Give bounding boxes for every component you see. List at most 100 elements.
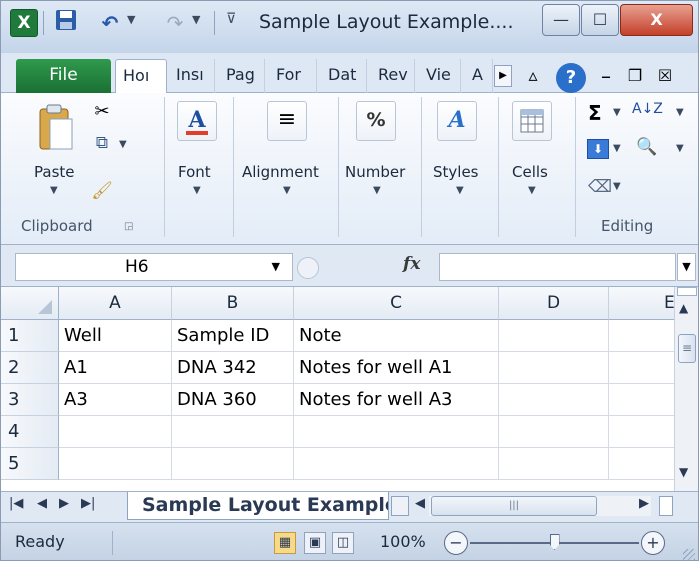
alignment-dropdown-icon[interactable]: ▼ — [283, 185, 291, 196]
cut-icon[interactable]: ✂ — [91, 101, 113, 123]
redo-dropdown-icon[interactable]: ▼ — [192, 13, 200, 26]
close-button[interactable]: X — [620, 4, 693, 36]
row-header[interactable]: 4 — [1, 416, 59, 448]
save-icon[interactable] — [53, 9, 79, 37]
cell-c2[interactable]: Notes for well A1 — [294, 352, 499, 384]
alignment-icon[interactable]: ≡ — [267, 101, 307, 141]
name-box-dropdown-icon[interactable]: ▼ — [272, 254, 280, 280]
font-icon[interactable]: A — [177, 101, 217, 141]
cell-d5[interactable] — [499, 448, 609, 480]
styles-label[interactable]: Styles — [433, 163, 479, 181]
cell-d1[interactable] — [499, 320, 609, 352]
cell-d4[interactable] — [499, 416, 609, 448]
column-header-a[interactable]: A — [59, 287, 172, 320]
ribbon-restore-window-icon[interactable]: ❐ — [623, 61, 647, 91]
cell-c1[interactable]: Note — [294, 320, 499, 352]
minimize-ribbon-icon[interactable]: ▵ — [521, 61, 545, 91]
tab-formulas[interactable]: For — [269, 59, 317, 93]
cell-c4[interactable] — [294, 416, 499, 448]
tab-page-layout[interactable]: Pag — [219, 59, 265, 93]
font-label[interactable]: Font — [178, 163, 211, 181]
scroll-up-icon[interactable]: ▲ — [679, 301, 688, 315]
paste-label[interactable]: Paste — [34, 163, 75, 181]
page-layout-view-icon[interactable]: ▣ — [304, 532, 326, 554]
column-header-d[interactable]: D — [499, 287, 609, 320]
scroll-left-icon[interactable]: ◀ — [415, 496, 425, 511]
cell-c5[interactable] — [294, 448, 499, 480]
vertical-scroll-thumb[interactable]: ≡ — [678, 334, 696, 363]
number-format-icon[interactable]: % — [356, 101, 396, 141]
cell-b4[interactable] — [172, 416, 294, 448]
cell-a4[interactable] — [59, 416, 172, 448]
cells-icon[interactable] — [512, 101, 552, 141]
tab-file[interactable]: File — [16, 59, 111, 93]
cell-b1[interactable]: Sample ID — [172, 320, 294, 352]
paste-icon[interactable] — [38, 103, 74, 153]
cell-e4[interactable] — [609, 416, 674, 448]
sort-filter-dropdown-icon[interactable]: ▼ — [676, 107, 684, 118]
last-sheet-icon[interactable]: ▶| — [81, 496, 95, 511]
cell-e2[interactable] — [609, 352, 674, 384]
number-label[interactable]: Number — [345, 163, 405, 181]
first-sheet-icon[interactable]: |◀ — [9, 496, 23, 511]
column-header-c[interactable]: C — [294, 287, 499, 320]
help-icon[interactable]: ? — [556, 63, 586, 93]
cell-b2[interactable]: DNA 342 — [172, 352, 294, 384]
zoom-slider-thumb[interactable] — [549, 534, 560, 550]
row-header[interactable]: 1 — [1, 320, 59, 352]
minimize-button[interactable]: — — [542, 4, 580, 36]
cell-a2[interactable]: A1 — [59, 352, 172, 384]
scroll-right-icon[interactable]: ▶ — [639, 496, 649, 511]
row-header[interactable]: 3 — [1, 384, 59, 416]
tab-scroll-right-icon[interactable]: ▶ — [494, 65, 512, 87]
font-dropdown-icon[interactable]: ▼ — [193, 185, 201, 196]
resize-grip[interactable] — [683, 549, 695, 560]
zoom-out-icon[interactable]: − — [444, 531, 468, 555]
vertical-scrollbar[interactable]: ▲ ≡ ▼ — [674, 287, 698, 491]
formula-cancel-icon[interactable] — [297, 257, 319, 279]
normal-view-icon[interactable]: ▦ — [274, 532, 296, 554]
ribbon-close-window-icon[interactable]: ☒ — [653, 61, 677, 91]
select-all-corner[interactable] — [1, 287, 59, 320]
fill-dropdown-icon[interactable]: ▼ — [613, 143, 621, 154]
zoom-level[interactable]: 100% — [380, 532, 426, 551]
insert-sheet-icon[interactable] — [391, 496, 409, 516]
prev-sheet-icon[interactable]: ◀ — [37, 496, 47, 511]
row-header[interactable]: 2 — [1, 352, 59, 384]
clipboard-dialog-launcher-icon[interactable]: ◲ — [124, 221, 133, 232]
tab-view[interactable]: Vie — [419, 59, 461, 93]
cell-a1[interactable]: Well — [59, 320, 172, 352]
cell-b3[interactable]: DNA 360 — [172, 384, 294, 416]
alignment-label[interactable]: Alignment — [242, 163, 319, 181]
cells-label[interactable]: Cells — [512, 163, 548, 181]
sort-filter-icon[interactable]: A↓Z — [632, 101, 663, 117]
find-select-dropdown-icon[interactable]: ▼ — [676, 143, 684, 154]
maximize-button[interactable]: ☐ — [581, 4, 619, 36]
find-select-icon[interactable]: 🔍 — [636, 137, 657, 157]
tab-home[interactable]: Hoı — [115, 59, 167, 93]
copy-icon[interactable]: ⧉ — [91, 133, 113, 155]
tab-add-ins[interactable]: A — [465, 59, 493, 93]
column-header-b[interactable]: B — [172, 287, 294, 320]
column-header-e[interactable]: E — [609, 287, 674, 320]
copy-dropdown-icon[interactable]: ▼ — [119, 139, 127, 150]
excel-icon[interactable]: X — [10, 9, 38, 37]
cell-e3[interactable] — [609, 384, 674, 416]
vertical-split-handle[interactable] — [677, 287, 697, 296]
format-painter-icon[interactable]: 🖌 — [91, 181, 113, 203]
cell-c3[interactable]: Notes for well A3 — [294, 384, 499, 416]
undo-icon[interactable]: ↶ — [97, 9, 123, 37]
expand-formula-bar-icon[interactable]: ▼ — [677, 253, 696, 281]
number-dropdown-icon[interactable]: ▼ — [373, 185, 381, 196]
redo-icon[interactable]: ↷ — [163, 9, 187, 37]
cell-b5[interactable] — [172, 448, 294, 480]
tab-data[interactable]: Dat — [321, 59, 367, 93]
undo-dropdown-icon[interactable]: ▼ — [127, 13, 135, 26]
fill-icon[interactable]: ⬇ — [587, 139, 609, 159]
cell-a5[interactable] — [59, 448, 172, 480]
sheet-tab-active[interactable]: Sample Layout Example — [127, 492, 389, 520]
clear-dropdown-icon[interactable]: ▼ — [613, 181, 621, 192]
ribbon-minimize-window-icon[interactable]: – — [594, 61, 618, 91]
cell-a3[interactable]: A3 — [59, 384, 172, 416]
cell-d3[interactable] — [499, 384, 609, 416]
